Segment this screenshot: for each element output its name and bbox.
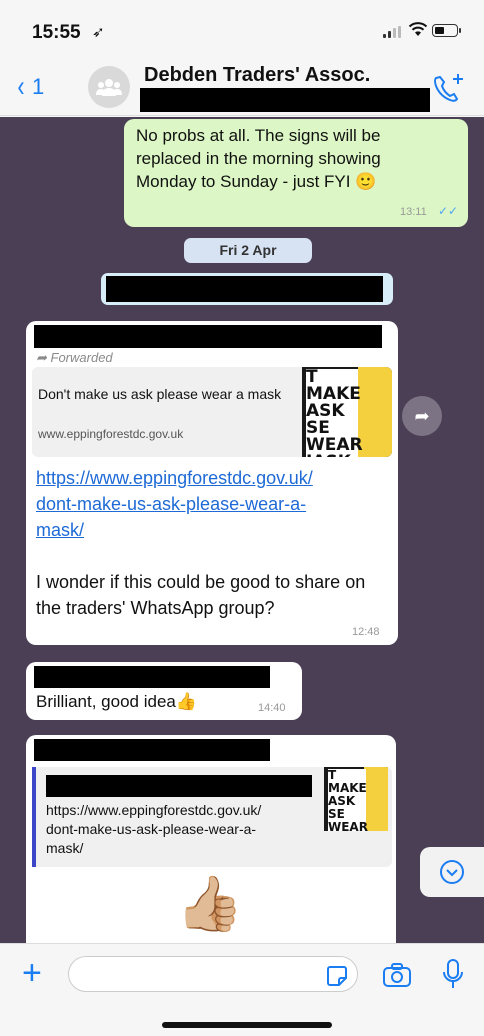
scroll-down-icon <box>440 860 464 884</box>
preview-thumbnail: T MAKE ASK SE WEAR IASK <box>302 367 392 457</box>
chevron-left-icon: ‹ <box>17 70 25 103</box>
message-text: Brilliant, good idea👍 <box>36 692 198 711</box>
redacted-subtitle <box>140 88 430 112</box>
redacted-sender <box>34 666 270 688</box>
mic-icon[interactable] <box>442 958 464 990</box>
battery-icon <box>432 24 461 37</box>
location-arrow-icon: ➶ <box>92 24 105 41</box>
unread-count: 1 <box>32 74 45 99</box>
group-avatar-icon[interactable] <box>88 66 130 108</box>
scroll-down-button[interactable] <box>420 847 484 897</box>
redacted-sender <box>34 739 270 761</box>
status-bar: 15:55 ➶ <box>0 0 484 60</box>
redacted-sender <box>34 325 382 348</box>
attach-plus-button[interactable]: + <box>22 956 42 990</box>
preview-domain: www.eppingforestdc.gov.uk <box>38 427 184 441</box>
thumbs-up-emoji: 👍🏼 <box>176 874 244 934</box>
message-text: No probs at all. The signs will be repla… <box>136 126 381 191</box>
thumbnail-text: T MAKE ASK SE WEAR IASK <box>306 369 363 457</box>
message-input[interactable] <box>68 956 358 992</box>
signal-icon <box>383 26 401 38</box>
message-link[interactable]: https://www.eppingforestdc.gov.uk/ dont-… <box>36 465 386 543</box>
chat-area[interactable]: No probs at all. The signs will be repla… <box>0 117 484 943</box>
quoted-link-preview[interactable]: https://www.eppingforestdc.gov.uk/ dont-… <box>32 767 392 867</box>
status-time: 15:55 <box>32 22 81 43</box>
message-time: 12:48 <box>352 626 380 638</box>
message-text: I wonder if this could be good to share … <box>36 572 366 618</box>
read-ticks-icon: ✓✓ <box>438 204 459 218</box>
chat-header: ‹ 1 Debden Traders' Assoc. <box>0 60 484 116</box>
camera-icon[interactable] <box>382 962 412 988</box>
incoming-message[interactable]: https://www.eppingforestdc.gov.uk/ dont-… <box>26 735 396 943</box>
forwarded-label: ➦ Forwarded <box>36 350 113 365</box>
home-indicator[interactable] <box>162 1022 332 1028</box>
add-call-icon[interactable] <box>430 72 466 106</box>
incoming-message[interactable]: Brilliant, good idea👍 14:40 <box>26 662 302 720</box>
preview-thumbnail: T MAKE ASK SE WEAR IASK <box>324 767 388 831</box>
message-time: 14:40 <box>258 702 286 714</box>
forward-button[interactable]: ➦ <box>402 396 442 436</box>
group-title[interactable]: Debden Traders' Assoc. <box>144 64 370 87</box>
date-separator: Fri 2 Apr <box>184 238 312 263</box>
forward-icon: ➦ <box>414 405 430 426</box>
back-button[interactable]: ‹ 1 <box>16 70 45 103</box>
thumbnail-text: T MAKE ASK SE WEAR IASK <box>328 769 368 831</box>
redacted-preview-title <box>46 775 312 797</box>
preview-title: Don't make us ask please wear a mask <box>38 386 282 402</box>
link-preview-card[interactable]: Don't make us ask please wear a mask www… <box>32 367 392 457</box>
redacted-text <box>106 276 383 302</box>
incoming-message-forwarded[interactable]: ➦ Forwarded Don't make us ask please wea… <box>26 321 398 645</box>
quoted-link-text: https://www.eppingforestdc.gov.uk/ dont-… <box>46 802 262 856</box>
quote-accent-bar <box>32 767 36 867</box>
sticker-icon[interactable] <box>326 965 348 987</box>
message-time: 13:11 <box>400 206 427 218</box>
outgoing-message[interactable]: No probs at all. The signs will be repla… <box>124 119 468 227</box>
system-message <box>101 273 393 305</box>
wifi-icon <box>408 22 428 36</box>
forward-icon: ➦ <box>36 350 51 365</box>
